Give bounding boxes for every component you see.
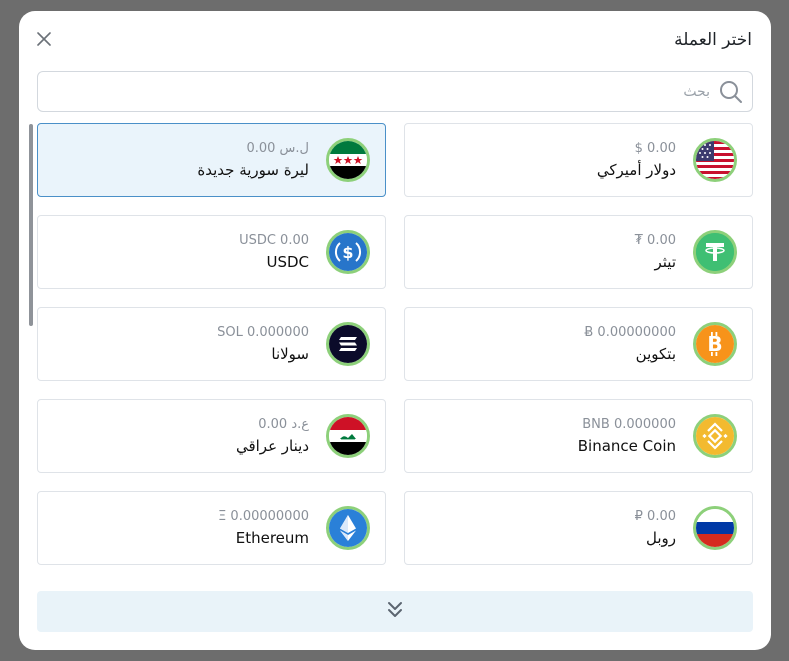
currency-item-syp[interactable]: 0.00 ل.س ليرة سورية جديدة — [37, 123, 386, 197]
currency-name: ليرة سورية جديدة — [197, 161, 309, 179]
currency-balance: 0.00 ل.س — [246, 141, 309, 156]
load-more-button[interactable] — [37, 591, 753, 632]
svg-text:B: B — [707, 332, 722, 356]
close-button[interactable] — [34, 30, 54, 50]
currency-name: USDC — [266, 253, 309, 271]
currency-name: Ethereum — [235, 529, 309, 547]
currency-balance: USDC 0.00 — [239, 233, 309, 248]
currency-item-usdt[interactable]: ₮ 0.00 تيثر — [404, 215, 753, 289]
currency-balance: 0.00 ع.د — [258, 417, 309, 432]
currency-name: روبل — [645, 529, 676, 547]
close-icon — [37, 31, 51, 50]
ethereum-icon — [326, 506, 370, 550]
currency-item-rub[interactable]: ₽ 0.00 روبل — [404, 491, 753, 565]
chevron-double-down-icon — [387, 601, 403, 623]
currency-balance: BNB 0.000000 — [582, 417, 676, 432]
bnb-icon — [693, 414, 737, 458]
search-field[interactable] — [37, 71, 753, 112]
bitcoin-icon: B — [693, 322, 737, 366]
currency-name: تيثر — [654, 253, 676, 271]
currency-balance: ₮ 0.00 — [634, 233, 676, 248]
currency-name: دولار أميركي — [596, 161, 676, 179]
currency-item-iqd[interactable]: 0.00 ع.د دينار عراقي — [37, 399, 386, 473]
currency-name: Binance Coin — [577, 437, 676, 455]
currency-balance: SOL 0.000000 — [217, 325, 309, 340]
currency-balance: Ƀ 0.00000000 — [584, 325, 676, 340]
syria-flag-icon — [326, 138, 370, 182]
currency-item-eth[interactable]: Ξ 0.00000000 Ethereum — [37, 491, 386, 565]
tether-icon — [693, 230, 737, 274]
usdc-icon: $ — [326, 230, 370, 274]
currency-picker-modal: اختر العملة $ 0.00 دولار أميركي — [19, 11, 771, 650]
currency-balance: $ 0.00 — [634, 141, 676, 156]
modal-title: اختر العملة — [674, 30, 752, 50]
currency-name: بتكوين — [635, 345, 676, 363]
usd-flag-icon — [693, 138, 737, 182]
currency-item-bnb[interactable]: BNB 0.000000 Binance Coin — [404, 399, 753, 473]
currency-item-usd[interactable]: $ 0.00 دولار أميركي — [404, 123, 753, 197]
currency-name: دينار عراقي — [235, 437, 309, 455]
currency-balance: ₽ 0.00 — [634, 509, 676, 524]
currency-item-btc[interactable]: B Ƀ 0.00000000 بتكوين — [404, 307, 753, 381]
currency-item-usdc[interactable]: $ USDC 0.00 USDC — [37, 215, 386, 289]
solana-icon — [326, 322, 370, 366]
scrollbar[interactable] — [29, 124, 33, 326]
iraq-flag-icon — [326, 414, 370, 458]
currency-balance: Ξ 0.00000000 — [218, 509, 309, 524]
search-input[interactable] — [38, 72, 718, 111]
currency-name: سولانا — [271, 345, 309, 363]
search-icon — [718, 79, 744, 105]
currency-item-sol[interactable]: SOL 0.000000 سولانا — [37, 307, 386, 381]
russia-flag-icon — [693, 506, 737, 550]
svg-text:$: $ — [342, 243, 353, 262]
